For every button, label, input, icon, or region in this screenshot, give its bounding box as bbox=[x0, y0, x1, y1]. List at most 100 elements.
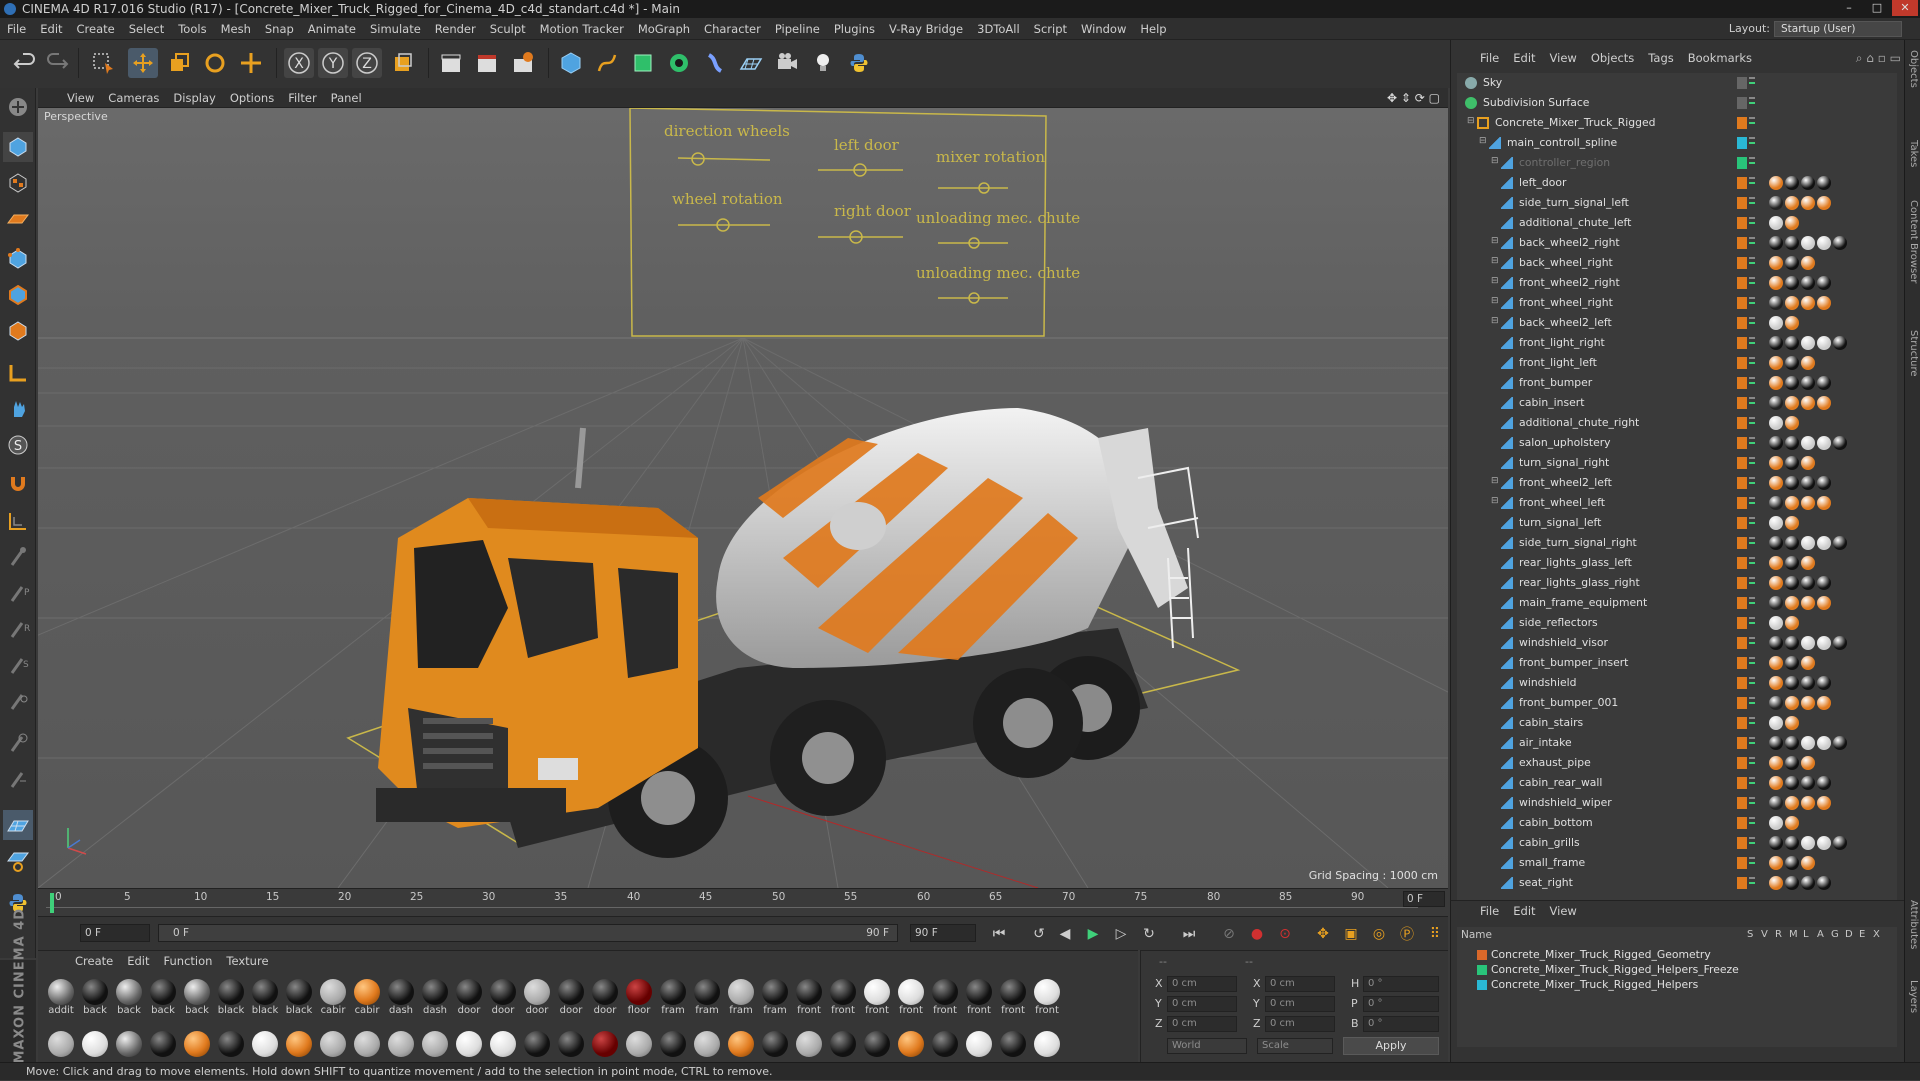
layer-color-swatch[interactable] bbox=[1737, 497, 1747, 509]
move-tool-button[interactable] bbox=[128, 48, 158, 78]
object-tree-row[interactable]: front_light_right bbox=[1457, 333, 1897, 353]
material-tag-icon[interactable] bbox=[1769, 716, 1783, 730]
material-tag-icon[interactable] bbox=[1817, 596, 1831, 610]
material-swatch[interactable]: back bbox=[148, 977, 178, 1017]
material-tag-icon[interactable] bbox=[1785, 216, 1799, 230]
material-tag-icon[interactable] bbox=[1769, 776, 1783, 790]
cloner-button[interactable] bbox=[664, 48, 694, 78]
object-tree-row[interactable]: side_turn_signal_right bbox=[1457, 533, 1897, 553]
material-tag-icon[interactable] bbox=[1769, 536, 1783, 550]
object-tree-row[interactable]: front_bumper_001 bbox=[1457, 693, 1897, 713]
material-swatch[interactable]: cabir bbox=[318, 977, 348, 1017]
object-tree-row[interactable]: windshield bbox=[1457, 673, 1897, 693]
expand-toggle-icon[interactable]: ⊟ bbox=[1467, 116, 1475, 126]
material-swatch[interactable]: black bbox=[250, 977, 280, 1017]
material-tag-icon[interactable] bbox=[1785, 276, 1799, 290]
visibility-dots[interactable] bbox=[1749, 437, 1755, 449]
object-tree-row[interactable]: salon_upholstery bbox=[1457, 433, 1897, 453]
size-mode-select[interactable]: Scale bbox=[1257, 1038, 1333, 1054]
material-tag-icon[interactable] bbox=[1769, 736, 1783, 750]
material-tag-icon[interactable] bbox=[1801, 696, 1815, 710]
material-tag-icon[interactable] bbox=[1801, 496, 1815, 510]
visibility-dots[interactable] bbox=[1749, 757, 1755, 769]
material-tag-icon[interactable] bbox=[1801, 256, 1815, 270]
position-x-field[interactable]: 0 cm bbox=[1167, 976, 1237, 992]
object-tree-row[interactable]: main_frame_equipment bbox=[1457, 593, 1897, 613]
material-menu-texture[interactable]: Texture bbox=[219, 951, 275, 971]
material-tag-icon[interactable] bbox=[1769, 636, 1783, 650]
visibility-dots[interactable] bbox=[1749, 797, 1755, 809]
layer-color-swatch[interactable] bbox=[1737, 357, 1747, 369]
objects-menu-bookmarks[interactable]: Bookmarks bbox=[1681, 48, 1759, 68]
visibility-dots[interactable] bbox=[1749, 357, 1755, 369]
material-tag-icon[interactable] bbox=[1833, 736, 1847, 750]
material-tag-icon[interactable] bbox=[1785, 676, 1799, 690]
visibility-dots[interactable] bbox=[1749, 657, 1755, 669]
maximize-button[interactable]: □ bbox=[1864, 0, 1890, 16]
layer-color-swatch[interactable] bbox=[1737, 197, 1747, 209]
menu-window[interactable]: Window bbox=[1074, 18, 1133, 40]
material-tag-icon[interactable] bbox=[1817, 736, 1831, 750]
material-tag-icon[interactable] bbox=[1769, 656, 1783, 670]
material-swatch[interactable]: front bbox=[896, 977, 926, 1017]
material-tag-icon[interactable] bbox=[1801, 356, 1815, 370]
material-tag-icon[interactable] bbox=[1785, 416, 1799, 430]
object-tree-row[interactable]: ⊟ Concrete_Mixer_Truck_Rigged bbox=[1457, 113, 1897, 133]
material-tag-icon[interactable] bbox=[1785, 396, 1799, 410]
object-tree-row[interactable]: ⊟ front_wheel_right bbox=[1457, 293, 1897, 313]
layer-row[interactable]: Concrete_Mixer_Truck_Rigged_Helpers_Free… bbox=[1457, 962, 1897, 977]
menu-script[interactable]: Script bbox=[1027, 18, 1074, 40]
material-tag-icon[interactable] bbox=[1817, 436, 1831, 450]
material-swatch[interactable]: front bbox=[998, 977, 1028, 1017]
menu-simulate[interactable]: Simulate bbox=[363, 18, 428, 40]
layer-color-swatch[interactable] bbox=[1737, 637, 1747, 649]
material-tag-icon[interactable] bbox=[1769, 796, 1783, 810]
layer-color-swatch[interactable] bbox=[1737, 157, 1747, 169]
layer-color-swatch[interactable] bbox=[1737, 657, 1747, 669]
material-tag-icon[interactable] bbox=[1785, 636, 1799, 650]
layer-column-header[interactable]: X bbox=[1873, 929, 1880, 940]
layer-color-swatch[interactable] bbox=[1737, 677, 1747, 689]
viewport-menu-filter[interactable]: Filter bbox=[281, 88, 323, 108]
layer-color-swatch[interactable] bbox=[1737, 337, 1747, 349]
menu-animate[interactable]: Animate bbox=[301, 18, 363, 40]
layer-color-swatch[interactable] bbox=[1737, 537, 1747, 549]
material-tag-icon[interactable] bbox=[1801, 276, 1815, 290]
rotation-p-field[interactable]: 0 ° bbox=[1363, 996, 1439, 1012]
material-tag-icon[interactable] bbox=[1769, 396, 1783, 410]
layer-row[interactable]: Concrete_Mixer_Truck_Rigged_Helpers bbox=[1457, 977, 1897, 992]
object-tree-row[interactable]: ⊟ controller_region bbox=[1457, 153, 1897, 173]
material-tag-icon[interactable] bbox=[1785, 616, 1799, 630]
material-menu-edit[interactable]: Edit bbox=[120, 951, 156, 971]
material-tag-icon[interactable] bbox=[1801, 776, 1815, 790]
material-tag-icon[interactable] bbox=[1785, 756, 1799, 770]
material-tag-icon[interactable] bbox=[1801, 756, 1815, 770]
material-tag-icon[interactable] bbox=[1785, 516, 1799, 530]
material-swatch[interactable]: black bbox=[216, 977, 246, 1017]
go-to-end-button[interactable]: ⏭ bbox=[1178, 923, 1200, 945]
material-tag-icon[interactable] bbox=[1801, 476, 1815, 490]
menu-create[interactable]: Create bbox=[70, 18, 122, 40]
material-tag-icon[interactable] bbox=[1817, 296, 1831, 310]
layer-color-swatch[interactable] bbox=[1737, 277, 1747, 289]
material-tag-icon[interactable] bbox=[1801, 576, 1815, 590]
visibility-dots[interactable] bbox=[1749, 77, 1755, 89]
visibility-dots[interactable] bbox=[1749, 617, 1755, 629]
dock-tab-objects[interactable]: Objects bbox=[1908, 50, 1919, 88]
material-tag-icon[interactable] bbox=[1833, 536, 1847, 550]
object-tree-row[interactable]: ⊟ front_wheel_left bbox=[1457, 493, 1897, 513]
material-tag-icon[interactable] bbox=[1785, 556, 1799, 570]
viewport-menu-options[interactable]: Options bbox=[223, 88, 281, 108]
object-tree-row[interactable]: rear_lights_glass_right bbox=[1457, 573, 1897, 593]
sculpt-inflate-button[interactable] bbox=[3, 686, 33, 716]
material-swatch[interactable]: fram bbox=[760, 977, 790, 1017]
layout-select[interactable]: Startup (User) bbox=[1774, 21, 1902, 37]
coordinate-system-button[interactable] bbox=[388, 48, 418, 78]
material-tag-icon[interactable] bbox=[1769, 296, 1783, 310]
material-tag-icon[interactable] bbox=[1785, 336, 1799, 350]
go-to-start-button[interactable]: ⏮ bbox=[988, 923, 1010, 945]
record-active-objects-button[interactable]: ● bbox=[1246, 923, 1268, 945]
material-swatch[interactable]: addit bbox=[46, 977, 76, 1017]
menu-select[interactable]: Select bbox=[122, 18, 171, 40]
material-tag-icon[interactable] bbox=[1817, 876, 1831, 890]
